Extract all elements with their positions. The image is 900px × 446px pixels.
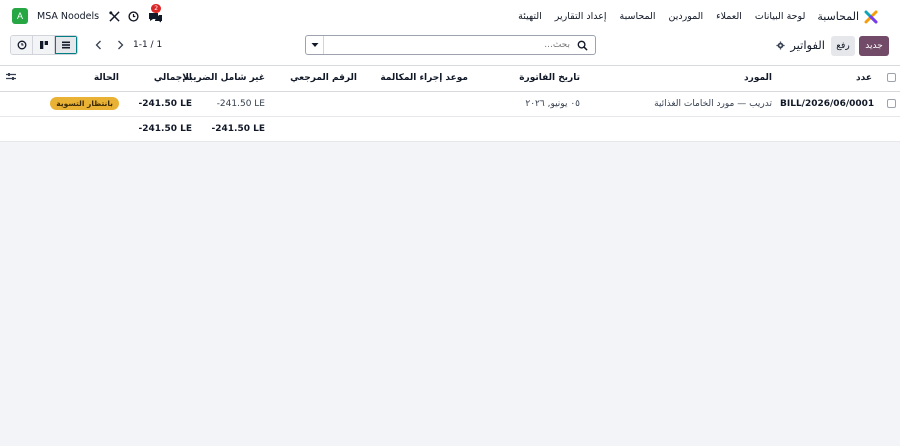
optional-columns-toggle[interactable] xyxy=(0,66,20,92)
column-header-vendor[interactable]: المورد xyxy=(584,66,776,92)
cell-reference xyxy=(269,91,361,117)
kanban-icon xyxy=(39,41,48,49)
upload-button[interactable]: رفع xyxy=(831,36,855,56)
menu-dashboard[interactable]: لوحة البيانات xyxy=(755,11,805,22)
cell-total: -241.50 LE xyxy=(123,91,196,117)
view-switcher xyxy=(10,35,78,55)
app-title[interactable]: المحاسبة xyxy=(817,10,859,23)
chevron-left-icon xyxy=(95,40,101,50)
chat-badge: 2 xyxy=(151,4,162,13)
column-header-number[interactable]: عدد xyxy=(776,66,876,92)
new-button[interactable]: جديد xyxy=(859,36,889,56)
kanban-view-button[interactable] xyxy=(33,36,55,54)
chat-icon[interactable]: 2 xyxy=(146,4,164,23)
clock-icon[interactable] xyxy=(127,10,139,22)
activity-view-button[interactable] xyxy=(11,36,33,54)
cell-status: بانتظار التسوية xyxy=(20,91,123,117)
totals-row: -241.50 LE -241.50 LE xyxy=(0,116,900,142)
column-header-untaxed[interactable]: غير شامل الضريبة xyxy=(184,66,269,92)
cell-vendor: تدريب — مورد الخامات الغذائية xyxy=(584,91,776,117)
systray: A MSA Noodels 2 xyxy=(12,4,164,25)
tools-icon[interactable] xyxy=(108,10,120,22)
user-avatar[interactable]: A xyxy=(12,8,28,24)
clock-icon xyxy=(17,40,26,50)
invoices-table: عدد المورد تاريخ الفاتورة موعد إجراء الم… xyxy=(0,66,900,142)
menu-accounting[interactable]: المحاسبة xyxy=(620,11,656,22)
company-switcher[interactable]: MSA Noodels xyxy=(37,11,99,22)
select-all-checkbox[interactable] xyxy=(876,66,900,92)
cell-activity[interactable] xyxy=(361,91,472,117)
menu-vendors[interactable]: الموردين xyxy=(669,11,704,22)
column-header-status[interactable]: الحالة xyxy=(20,66,123,92)
list-view: عدد المورد تاريخ الفاتورة موعد إجراء الم… xyxy=(0,65,900,446)
column-header-activity[interactable]: موعد إجراء المكالمة xyxy=(361,66,472,92)
cell-untaxed: -241.50 LE xyxy=(196,91,269,117)
table-header-row: عدد المورد تاريخ الفاتورة موعد إجراء الم… xyxy=(0,66,900,92)
breadcrumb: الفواتير xyxy=(776,38,825,52)
menu-reporting[interactable]: إعداد التقارير xyxy=(555,11,607,22)
accounting-app-icon[interactable] xyxy=(864,10,878,24)
search-icon[interactable] xyxy=(577,40,588,51)
caret-down-icon xyxy=(311,43,318,47)
search-bar xyxy=(305,35,596,55)
column-header-reference[interactable]: الرقم المرجعي xyxy=(269,66,361,92)
table-row[interactable]: BILL/2026/06/0001 تدريب — مورد الخامات ا… xyxy=(0,91,900,117)
page-title: الفواتير xyxy=(790,38,825,52)
total-amount: -241.50 LE xyxy=(123,116,196,142)
cell-invoice-date: ٠٥ يونيو, ٢٠٢٦ xyxy=(472,91,584,117)
gear-icon[interactable] xyxy=(776,40,785,50)
search-input[interactable] xyxy=(324,40,570,50)
cell-number: BILL/2026/06/0001 xyxy=(776,91,876,117)
row-checkbox[interactable] xyxy=(876,91,900,117)
pager-value[interactable]: 1-1 / 1 xyxy=(133,40,162,50)
menu-configuration[interactable]: التهيئة xyxy=(518,11,542,22)
column-header-invoice-date[interactable]: تاريخ الفاتورة xyxy=(472,66,584,92)
search-options-toggle[interactable] xyxy=(306,36,324,54)
column-header-total[interactable]: الإجمالي xyxy=(123,66,196,92)
pager-next-button[interactable] xyxy=(110,35,130,55)
list-icon xyxy=(62,41,70,49)
sliders-icon xyxy=(6,73,16,81)
total-untaxed: -241.50 LE xyxy=(196,116,269,142)
list-view-button[interactable] xyxy=(55,36,77,54)
chevron-right-icon xyxy=(117,40,123,50)
top-navbar: المحاسبة لوحة البيانات العملاء الموردين … xyxy=(0,0,900,33)
control-panel: جديد رفع الفواتير 1-1 / 1 xyxy=(0,33,900,65)
pager-previous-button[interactable] xyxy=(88,35,108,55)
status-badge: بانتظار التسوية xyxy=(50,97,119,110)
menu-customers[interactable]: العملاء xyxy=(716,11,742,22)
